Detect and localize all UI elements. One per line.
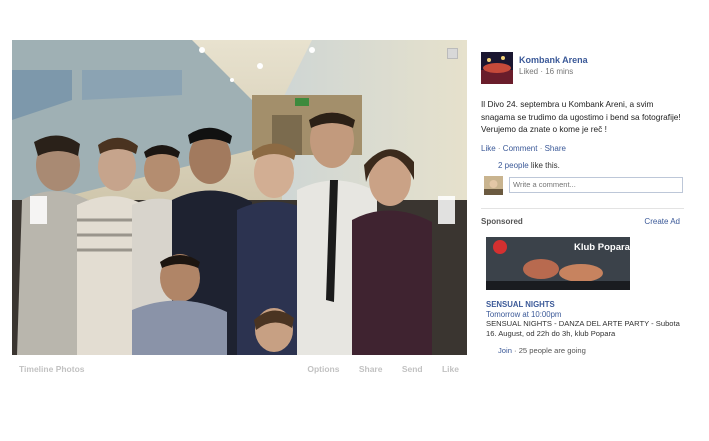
ad-description: SENSUAL NIGHTS - DANZA DEL ARTE PARTY - … xyxy=(486,318,680,339)
album-link[interactable]: Timeline Photos xyxy=(19,364,85,374)
likes-summary: 2 people like this. xyxy=(498,161,684,170)
ad-banner: Klub Popara xyxy=(486,236,630,290)
page-avatar[interactable] xyxy=(481,52,513,84)
arena-thumbnail-icon xyxy=(481,52,513,84)
like-button[interactable]: Like xyxy=(442,364,459,374)
divider xyxy=(481,207,684,209)
ad-time: Tomorrow at 10:00pm xyxy=(486,309,562,319)
join-link[interactable]: Join xyxy=(498,346,512,355)
like-link[interactable]: Like xyxy=(481,144,496,153)
likes-suffix: like this. xyxy=(528,160,560,170)
sponsored-label: Sponsored xyxy=(481,216,523,226)
ad-title[interactable]: SENSUAL NIGHTS xyxy=(486,300,684,309)
photo-actions: Options Share Send Like xyxy=(290,364,459,374)
sponsored-header: Sponsored Create Ad xyxy=(481,217,684,229)
send-button[interactable]: Send xyxy=(402,364,423,374)
create-ad-link[interactable]: Create Ad xyxy=(644,217,680,226)
share-link[interactable]: Share xyxy=(545,144,566,153)
ad-image-title: Klub Popara xyxy=(574,242,630,253)
post-actions: Like · Comment · Share xyxy=(481,143,566,153)
page-name-link[interactable]: Kombank Arena xyxy=(519,55,588,65)
comment-composer xyxy=(481,174,684,196)
avatar-icon xyxy=(484,175,503,195)
post-text: Il Divo 24. septembra u Kombank Areni, a… xyxy=(481,99,681,134)
likes-count-link[interactable]: 2 people xyxy=(498,161,529,170)
previous-photo-button[interactable] xyxy=(30,196,47,224)
group-photo xyxy=(12,40,467,355)
share-button[interactable]: Share xyxy=(359,364,383,374)
options-button[interactable]: Options xyxy=(307,364,339,374)
user-avatar xyxy=(484,175,503,195)
photo-stage[interactable] xyxy=(12,40,467,355)
photo-sidebar: Kombank Arena Liked · 16 mins Il Divo 24… xyxy=(481,52,684,355)
fullscreen-icon[interactable] xyxy=(447,48,458,59)
going-count: 25 people are going xyxy=(518,345,586,355)
comment-link[interactable]: Comment xyxy=(503,144,538,153)
post-meta: Liked · 16 mins xyxy=(519,67,574,76)
next-photo-button[interactable] xyxy=(438,196,455,224)
post-header: Kombank Arena Liked · 16 mins xyxy=(481,52,684,86)
ad-image[interactable]: Klub Popara xyxy=(486,236,630,290)
comment-input[interactable] xyxy=(509,176,683,193)
ad-join-row: Join · 25 people are going xyxy=(498,345,586,355)
photo-action-bar: Timeline Photos Options Share Send Like xyxy=(12,362,467,376)
